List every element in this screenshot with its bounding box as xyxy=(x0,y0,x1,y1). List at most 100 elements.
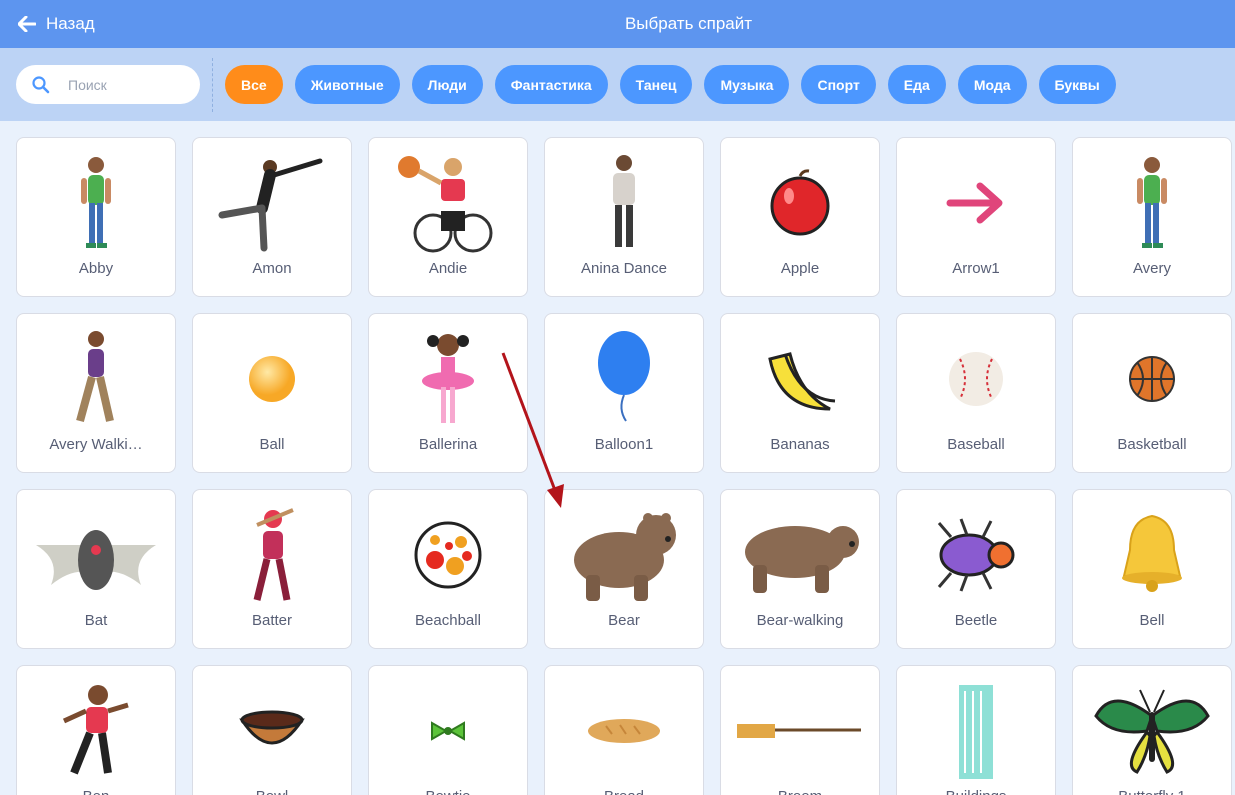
sprite-name: Bowl xyxy=(197,788,347,795)
tag-5[interactable]: Музыка xyxy=(704,65,790,104)
batter-icon xyxy=(193,502,351,608)
sprite-card[interactable]: Bowl xyxy=(192,665,352,795)
sprite-name: Ben xyxy=(21,788,171,795)
sprite-card[interactable]: Beetle xyxy=(896,489,1056,649)
sprite-card[interactable]: Avery xyxy=(1072,137,1232,297)
sprite-name: Bell xyxy=(1139,612,1165,629)
sprite-card[interactable]: Bat xyxy=(16,489,176,649)
wheelchair-basketball-icon xyxy=(369,150,527,256)
ball-icon xyxy=(193,326,351,432)
sprite-card[interactable]: Basketball xyxy=(1072,313,1232,473)
sprite-name: Amon xyxy=(252,260,292,277)
category-tags: Все Животные Люди Фантастика Танец Музыка Спор… xyxy=(225,65,1116,104)
sprite-name: Beetle xyxy=(954,612,998,629)
search-input[interactable] xyxy=(68,76,188,93)
header-bar: Назад Выбрать спрайт xyxy=(0,0,1235,48)
broom-icon xyxy=(721,678,879,784)
tag-7[interactable]: Еда xyxy=(887,65,946,104)
sprite-name: Ballerina xyxy=(418,436,478,453)
girl-figure-icon xyxy=(17,150,175,256)
tag-4[interactable]: Танец xyxy=(619,65,693,104)
sprite-name: Bat xyxy=(84,612,108,629)
sprite-name: Beachball xyxy=(415,612,481,629)
tag-0[interactable]: Все xyxy=(225,65,283,104)
sprite-name: Arrow1 xyxy=(952,260,1000,277)
basketball-icon xyxy=(1073,326,1231,432)
apple-icon xyxy=(721,150,879,256)
sprite-card[interactable]: Bear-walking xyxy=(720,489,880,649)
sprite-card[interactable]: Amon xyxy=(192,137,352,297)
bat-icon xyxy=(17,502,175,608)
sprite-name: Balloon1 xyxy=(594,436,654,453)
sprite-name: Bear xyxy=(608,612,640,629)
sprite-card[interactable]: Bread xyxy=(544,665,704,795)
sprite-card[interactable]: Bear xyxy=(544,489,704,649)
filter-bar: Все Животные Люди Фантастика Танец Музыка Спор… xyxy=(0,48,1235,121)
sprite-name: Bear-walking xyxy=(756,612,844,629)
sprite-name: Bananas xyxy=(770,436,830,453)
sprite-name: Avery xyxy=(1132,260,1172,277)
walking-girl-icon xyxy=(17,326,175,432)
sprite-name: Batter xyxy=(251,612,293,629)
sprite-card[interactable]: Butterfly 1 xyxy=(1072,665,1232,795)
bread-icon xyxy=(545,678,703,784)
bowl-icon xyxy=(193,678,351,784)
sprite-card[interactable]: Baseball xyxy=(896,313,1056,473)
building-icon xyxy=(897,678,1055,784)
sprite-card[interactable]: Arrow1 xyxy=(896,137,1056,297)
page-title: Выбрать спрайт xyxy=(624,14,753,33)
sprite-name: Bowtie xyxy=(373,788,523,795)
girl-figure-icon xyxy=(1073,150,1231,256)
dancer-figure-icon xyxy=(193,150,351,256)
sprite-name: Broom xyxy=(725,788,875,795)
tag-9[interactable]: Буквы xyxy=(1038,65,1116,104)
sprite-card[interactable]: Beachball xyxy=(368,489,528,649)
sprite-name: Andie xyxy=(428,260,468,277)
sprite-name: Buildings xyxy=(901,788,1051,795)
butterfly-icon xyxy=(1073,678,1231,784)
beachball-icon xyxy=(369,502,527,608)
sprite-card[interactable]: Abby xyxy=(16,137,176,297)
sprite-card[interactable]: Bananas xyxy=(720,313,880,473)
sprite-name: Basketball xyxy=(1117,436,1187,453)
arrow-icon xyxy=(897,150,1055,256)
bowtie-icon xyxy=(369,678,527,784)
sprite-card[interactable]: Batter xyxy=(192,489,352,649)
ballerina-icon xyxy=(369,326,527,432)
boy-running-icon xyxy=(17,678,175,784)
sprite-name: Anina Dance xyxy=(581,260,667,277)
tag-3[interactable]: Фантастика xyxy=(494,65,608,104)
sprite-name: Bread xyxy=(549,788,699,795)
tag-8[interactable]: Мода xyxy=(957,65,1027,104)
sprite-name: Butterfly 1 xyxy=(1077,788,1227,795)
sprite-card[interactable]: Apple xyxy=(720,137,880,297)
sprite-card[interactable]: Anina Dance xyxy=(544,137,704,297)
balloon-icon xyxy=(545,326,703,432)
tag-2[interactable]: Люди xyxy=(411,65,483,104)
sprite-name: Ball xyxy=(259,436,285,453)
sprite-card[interactable]: Bowtie xyxy=(368,665,528,795)
sprite-name: Baseball xyxy=(947,436,1005,453)
filter-divider xyxy=(212,58,213,112)
tag-6[interactable]: Спорт xyxy=(801,65,876,104)
bear-icon xyxy=(545,502,703,608)
sprite-name: Abby xyxy=(78,260,114,277)
search-icon xyxy=(32,75,50,93)
sprite-card[interactable]: Balloon1 xyxy=(544,313,704,473)
sprite-card[interactable]: Ballerina xyxy=(368,313,528,473)
sprite-card[interactable]: Broom xyxy=(720,665,880,795)
sprite-card[interactable]: Buildings xyxy=(896,665,1056,795)
baseball-icon xyxy=(897,326,1055,432)
woman-figure-icon xyxy=(545,150,703,256)
search-box[interactable] xyxy=(16,65,200,104)
sprite-card[interactable]: Ben xyxy=(16,665,176,795)
sprite-card[interactable]: Andie xyxy=(368,137,528,297)
sprite-card[interactable]: Bell xyxy=(1072,489,1232,649)
sprite-card[interactable]: Avery Walki… xyxy=(16,313,176,473)
beetle-icon xyxy=(897,502,1055,608)
tag-1[interactable]: Животные xyxy=(294,65,400,104)
bear-walking-icon xyxy=(721,502,879,608)
sprite-name: Apple xyxy=(780,260,820,277)
sprite-name: Avery Walki… xyxy=(49,436,143,453)
sprite-card[interactable]: Ball xyxy=(192,313,352,473)
